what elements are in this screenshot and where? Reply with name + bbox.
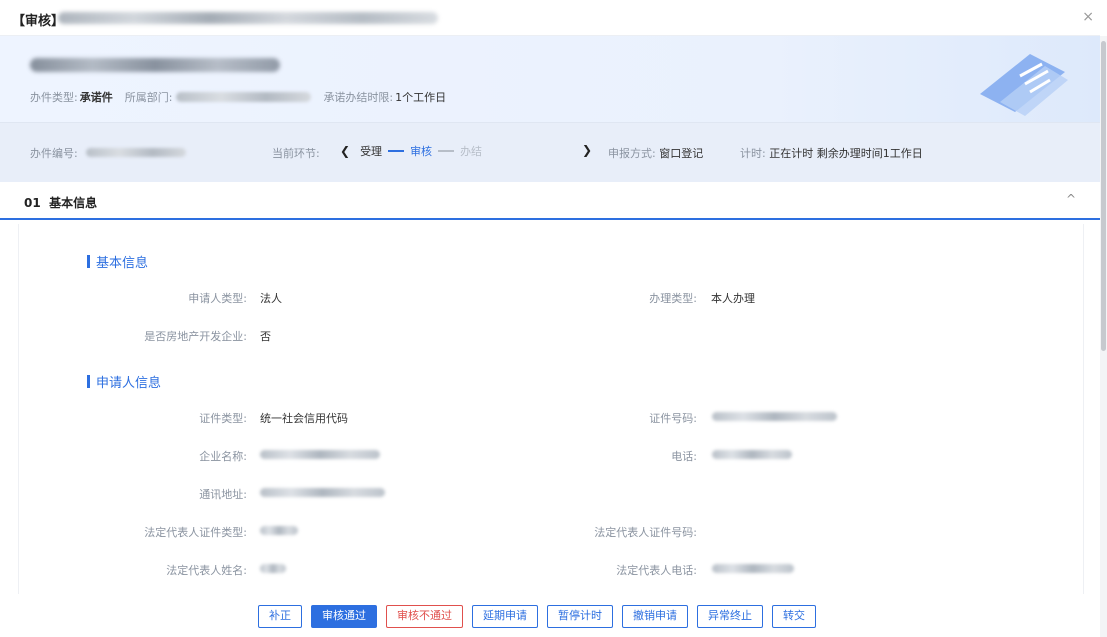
approve-button[interactable]: 审核通过 — [311, 605, 377, 628]
dialog-title-prefix: 【审核】 — [12, 14, 65, 29]
cert-no-redacted — [712, 412, 837, 421]
cert-type-label: 证件类型: — [199, 412, 247, 425]
handle-type-value: 本人办理 — [711, 292, 755, 305]
supplement-button[interactable]: 补正 — [258, 605, 302, 628]
realestate-value: 否 — [260, 330, 271, 343]
document-illustration-icon — [980, 54, 1068, 116]
realestate-label: 是否房地产开发企业: — [144, 330, 247, 343]
section-title-text: 基本信息 — [49, 196, 98, 210]
case-meta: 办件类型: 承诺件 所属部门: 承诺办结时限: 1个工作日 — [30, 89, 446, 105]
dept-value-redacted — [176, 92, 312, 102]
subsection-marker — [87, 375, 90, 388]
timer-value: 正在计时 剩余办理时间1工作日 — [769, 147, 923, 160]
cert-type-value: 统一社会信用代码 — [260, 412, 348, 425]
transfer-button[interactable]: 转交 — [772, 605, 816, 628]
case-name-redacted — [30, 58, 280, 72]
case-number-redacted — [86, 148, 186, 157]
deadline-label: 承诺办结时限: — [323, 91, 394, 104]
dialog-title-redacted — [58, 12, 438, 24]
legal-cert-no-label: 法定代表人证件号码: — [594, 526, 697, 539]
section-header-basic[interactable]: 01 基本信息 ^ — [0, 182, 1100, 220]
apply-method-label-text: 申报方式: — [608, 147, 656, 160]
case-number-label: 办件编号: — [30, 147, 78, 160]
step-indicator: ❮ 受理 审核 办结 ❯ — [340, 143, 592, 159]
handle-type-label: 办理类型: — [649, 292, 697, 305]
legal-cert-type-label: 法定代表人证件类型: — [144, 526, 247, 539]
subsection-applicant-title: 申请人信息 — [87, 372, 161, 391]
reject-button[interactable]: 审核不通过 — [386, 605, 463, 628]
deadline-value: 1个工作日 — [395, 91, 447, 104]
current-step-label: 当前环节: — [272, 147, 320, 160]
step-connector — [438, 150, 455, 152]
legal-cert-type-redacted — [260, 526, 298, 535]
next-step-arrow-icon[interactable]: ❯ — [582, 143, 592, 157]
step-accept: 受理 — [360, 145, 383, 158]
legal-phone-label: 法定代表人电话: — [616, 564, 697, 577]
section-content: 基本信息 申请人类型: 法人 办理类型: 本人办理 是否房地产开发企业: 否 申… — [18, 224, 1084, 594]
case-type-value: 承诺件 — [79, 91, 113, 104]
step-review: 审核 — [410, 145, 433, 158]
address-label: 通讯地址: — [199, 488, 247, 501]
prev-step-arrow-icon[interactable]: ❮ — [340, 144, 350, 158]
timer-label-text: 计时: — [740, 147, 766, 160]
step-complete: 办结 — [460, 145, 483, 158]
progress-row: 办件编号: 当前环节: ❮ 受理 审核 办结 ❯ 申报方式: 窗口登记 计时: … — [0, 122, 1100, 182]
case-header: 办件类型: 承诺件 所属部门: 承诺办结时限: 1个工作日 — [0, 36, 1100, 122]
section-number: 01 — [24, 196, 41, 210]
applicant-type-value: 法人 — [260, 292, 282, 305]
legal-name-label: 法定代表人姓名: — [166, 564, 247, 577]
phone-label: 电话: — [671, 450, 697, 463]
phone-redacted — [712, 450, 792, 459]
case-type-label: 办件类型: — [30, 91, 78, 104]
withdraw-request-button[interactable]: 撤销申请 — [622, 605, 688, 628]
subsection-marker — [87, 255, 90, 268]
extension-request-button[interactable]: 延期申请 — [472, 605, 538, 628]
section-title: 01 基本信息 — [24, 194, 97, 211]
apply-method-value: 窗口登记 — [659, 147, 704, 160]
applicant-type-label: 申请人类型: — [188, 292, 247, 305]
vertical-scrollbar[interactable] — [1100, 36, 1107, 637]
collapse-chevron-icon[interactable]: ^ — [1066, 192, 1076, 206]
cert-no-label: 证件号码: — [649, 412, 697, 425]
pause-timer-button[interactable]: 暂停计时 — [547, 605, 613, 628]
legal-phone-redacted — [712, 564, 794, 573]
scrollbar-thumb[interactable] — [1101, 41, 1106, 351]
abnormal-terminate-button[interactable]: 异常终止 — [697, 605, 763, 628]
dialog-titlebar: 【审核】 × — [0, 0, 1100, 36]
apply-method-label: 申报方式: 窗口登记 — [608, 145, 703, 161]
step-connector — [388, 150, 405, 152]
subsection-basic-title: 基本信息 — [87, 252, 148, 271]
action-footer: 补正 审核通过 审核不通过 延期申请 暂停计时 撤销申请 异常终止 转交 — [0, 598, 1100, 637]
subsection-applicant-title-text: 申请人信息 — [96, 376, 162, 391]
action-buttons: 补正 审核通过 审核不通过 延期申请 暂停计时 撤销申请 异常终止 转交 — [258, 605, 816, 628]
close-icon[interactable]: × — [1082, 9, 1094, 25]
subsection-basic-title-text: 基本信息 — [96, 256, 149, 271]
company-label: 企业名称: — [199, 450, 247, 463]
dept-label: 所属部门: — [124, 91, 173, 104]
timer-label: 计时: 正在计时 剩余办理时间1工作日 — [740, 145, 923, 161]
legal-name-redacted — [260, 564, 286, 573]
company-redacted — [260, 450, 380, 459]
address-redacted — [260, 488, 385, 497]
